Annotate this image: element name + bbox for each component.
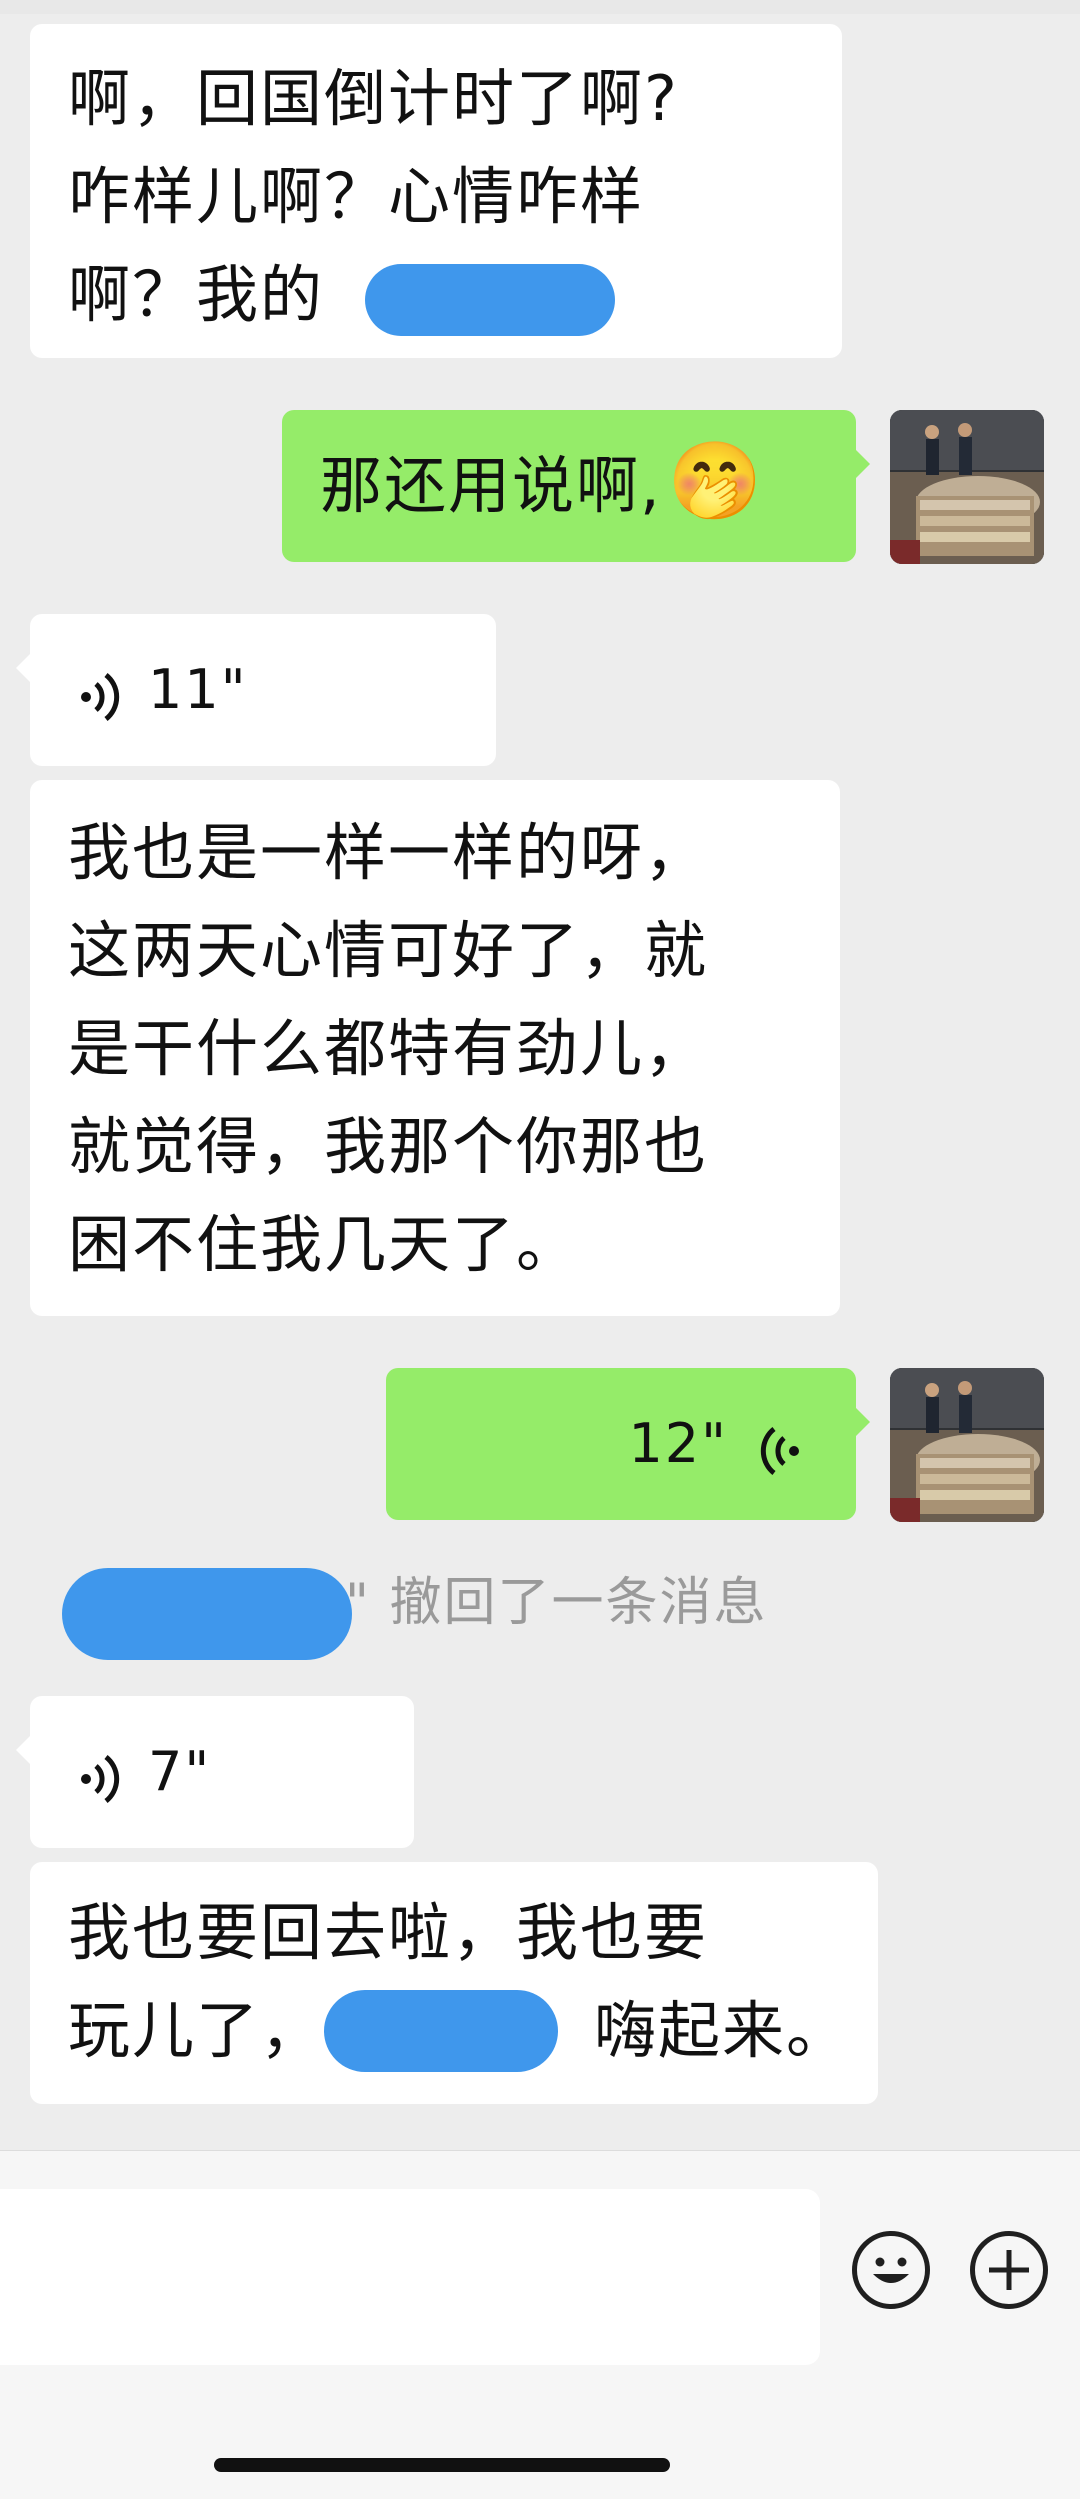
message-segment: 嗨起来。 xyxy=(594,1994,851,2067)
voice-duration: 12" xyxy=(628,1412,728,1475)
message-line: 就觉得，我那个你那也 xyxy=(68,1110,709,1183)
voice-wave-left-icon xyxy=(752,1414,804,1475)
received-voice-message-6[interactable]: 7" xyxy=(16,1696,414,1848)
message-line: 困不住我几天了。 xyxy=(68,1208,581,1281)
message-line: 这两天心情可好了，就 xyxy=(68,914,709,987)
status-strip xyxy=(0,0,1080,14)
received-message-4[interactable]: 我也是一样一样的呀， 这两天心情可好了，就 是干什么都特有劲儿， 就觉得，我那个… xyxy=(30,780,840,1316)
voice-wave-right-icon xyxy=(76,1742,128,1803)
redaction-mark xyxy=(365,264,615,336)
received-message-7[interactable]: 我也要回去啦，我也要 玩儿了， 嗨起来。 xyxy=(30,1862,878,2104)
message-line: 我也是一样一样的呀， xyxy=(68,816,709,889)
message-input[interactable] xyxy=(0,2189,820,2365)
voice-duration: 11" xyxy=(148,658,248,721)
sent-voice-message-5[interactable]: 12" xyxy=(386,1368,870,1520)
avatar[interactable] xyxy=(890,410,1044,564)
recall-notice: " 撤回了一条消息 xyxy=(345,1573,768,1633)
message-text: 那还用说啊, xyxy=(320,449,662,522)
sent-message-2[interactable]: 那还用说啊,🤭 xyxy=(282,410,870,562)
message-line: 是干什么都特有劲儿， xyxy=(68,1012,709,1085)
received-message-1[interactable]: 啊，回国倒计时了啊? 咋样儿啊？心情咋样 啊？我的 xyxy=(30,24,842,358)
bubble-tail xyxy=(856,450,870,478)
hand-over-mouth-emoji-icon: 🤭 xyxy=(667,436,765,525)
received-voice-message-3[interactable]: 11" xyxy=(16,614,496,766)
message-line: 咋样儿啊？心情咋样 xyxy=(68,160,645,233)
message-segment: 玩儿了， xyxy=(68,1994,325,2067)
redaction-mark xyxy=(324,1990,558,2072)
voice-duration: 7" xyxy=(148,1740,212,1803)
redaction-mark xyxy=(62,1568,352,1660)
bubble-tail xyxy=(16,654,30,682)
home-indicator[interactable] xyxy=(214,2458,670,2472)
smiley-face-icon[interactable] xyxy=(852,2231,930,2309)
avatar[interactable] xyxy=(890,1368,1044,1522)
bubble-tail xyxy=(16,1736,30,1764)
plus-circle-icon[interactable] xyxy=(970,2231,1048,2309)
message-line: 我也要回去啦，我也要 xyxy=(68,1896,709,1969)
voice-wave-right-icon xyxy=(76,660,128,721)
message-line: 啊，回国倒计时了啊? xyxy=(68,62,679,135)
input-bar xyxy=(0,2150,1080,2499)
bubble-tail xyxy=(856,1408,870,1436)
